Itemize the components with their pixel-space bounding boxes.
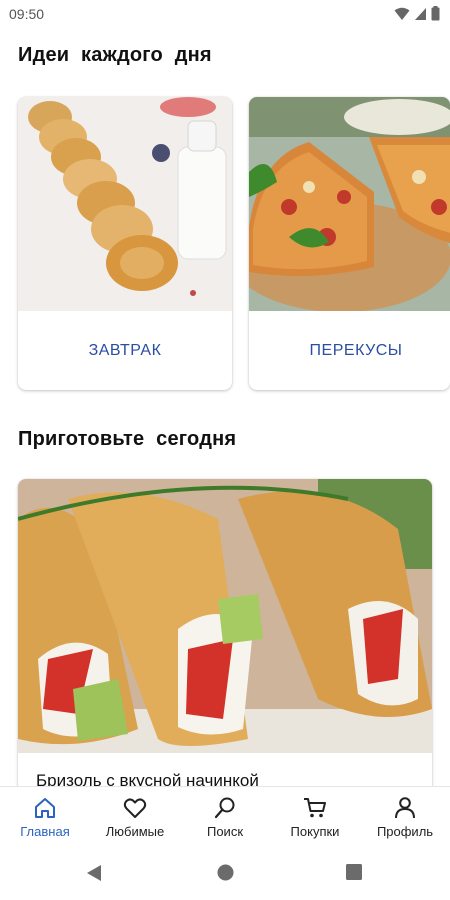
wifi-icon — [394, 7, 410, 20]
cook-section-title: Приготовьте сегодня — [18, 428, 237, 450]
snacks-image — [249, 97, 450, 311]
recipe-card[interactable]: Бризоль с вкусной начинкой — [18, 479, 432, 809]
status-time: 09:50 — [9, 6, 45, 22]
nav-item-search[interactable]: Поиск — [180, 787, 270, 847]
nav-item-home[interactable]: Главная — [0, 787, 90, 847]
nav-item-profile[interactable]: Профиль — [360, 787, 450, 847]
nav-label-favorites: Любимые — [105, 824, 165, 839]
nav-label-shopping: Покупки — [290, 824, 340, 839]
back-icon[interactable] — [86, 864, 102, 882]
nav-item-favorites[interactable]: Любимые — [90, 787, 180, 847]
signal-icon — [415, 7, 426, 20]
search-icon — [214, 797, 235, 819]
nav-label-search: Поиск — [206, 824, 244, 839]
heart-icon — [123, 798, 147, 818]
nav-label-home: Главная — [20, 824, 70, 839]
recipe-image — [18, 479, 432, 753]
home-icon — [35, 798, 55, 818]
idea-card-snacks[interactable]: ПЕРЕКУСЫ — [249, 97, 450, 390]
status-bar: 09:50 — [0, 0, 450, 28]
nav-label-profile: Профиль — [376, 824, 434, 839]
idea-card-breakfast[interactable]: ЗАВТРАК — [18, 97, 232, 390]
ideas-section-title: Идеи каждого дня — [18, 44, 212, 66]
snacks-label: ПЕРЕКУСЫ — [309, 341, 403, 359]
system-nav-bar — [0, 846, 450, 900]
breakfast-label: ЗАВТРАК — [88, 341, 162, 359]
person-icon — [395, 797, 415, 819]
home-circle-icon[interactable] — [217, 864, 234, 881]
battery-icon — [431, 6, 440, 21]
nav-item-shopping[interactable]: Покупки — [270, 787, 360, 847]
status-icons — [394, 6, 440, 21]
breakfast-image — [18, 97, 232, 311]
cart-icon — [304, 798, 326, 818]
bottom-nav: Главная Любимые Поиск Покупки Профиль — [0, 786, 450, 847]
recents-icon[interactable] — [346, 864, 362, 880]
